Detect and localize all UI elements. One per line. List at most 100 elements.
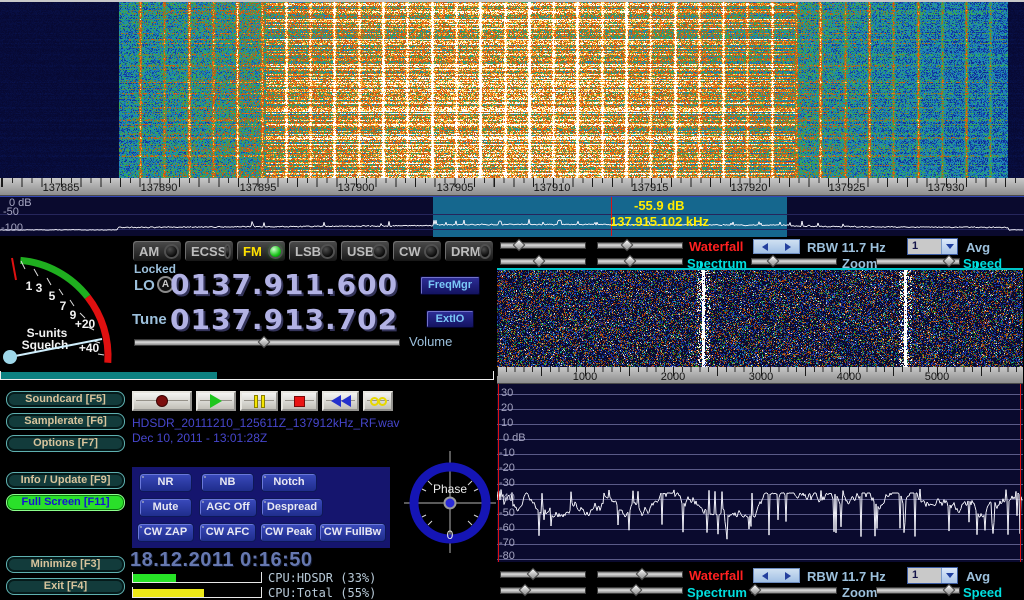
bottom-waterfall-brightness-slider[interactable] bbox=[500, 571, 586, 578]
db-label: 20 bbox=[501, 402, 513, 414]
slider-thumb[interactable] bbox=[527, 568, 540, 581]
record-button[interactable] bbox=[132, 391, 192, 411]
nr-button[interactable]: NR bbox=[139, 473, 192, 492]
bottom-waterfall-contrast-slider[interactable] bbox=[597, 571, 683, 578]
info-update-button[interactable]: Info / Update [F9] bbox=[6, 472, 125, 489]
agc-off-button[interactable]: AGC Off bbox=[199, 498, 257, 517]
dsp-label: Despread bbox=[267, 501, 317, 513]
avg-dropdown[interactable]: 1 bbox=[907, 238, 958, 255]
db-label: -50 bbox=[3, 206, 19, 218]
slider-thumb[interactable] bbox=[748, 584, 761, 597]
squelch-level-bar bbox=[1, 372, 217, 379]
extio-button[interactable]: ExtIO bbox=[426, 310, 474, 328]
mode-button-cw[interactable]: CW bbox=[392, 240, 442, 262]
slider-thumb[interactable] bbox=[629, 584, 642, 597]
waterfall-label[interactable]: Waterfall bbox=[689, 239, 743, 254]
arrow-right-icon[interactable] bbox=[785, 243, 791, 251]
slider-thumb[interactable] bbox=[532, 255, 545, 268]
mode-button-drm[interactable]: DRM bbox=[444, 240, 494, 262]
band-arrows-button[interactable] bbox=[753, 239, 800, 254]
pause-icon bbox=[254, 395, 265, 408]
top-waterfall-brightness-slider[interactable] bbox=[500, 242, 586, 249]
slider-thumb[interactable] bbox=[513, 239, 526, 252]
lo-frequency-display[interactable]: 0137.911.600 bbox=[170, 268, 398, 301]
mode-button-fm[interactable]: FM bbox=[236, 240, 286, 262]
cw-peak-button[interactable]: CW Peak bbox=[260, 523, 317, 542]
bottom-speed-slider[interactable] bbox=[876, 587, 960, 594]
slider-thumb[interactable] bbox=[635, 568, 648, 581]
slider-thumb[interactable] bbox=[621, 239, 634, 252]
stop-button[interactable] bbox=[281, 391, 318, 411]
band-arrows-button[interactable] bbox=[753, 568, 800, 583]
dropdown-button[interactable] bbox=[941, 568, 957, 583]
cw-fullbw-button[interactable]: CW FullBw bbox=[319, 523, 386, 542]
loop-button[interactable] bbox=[363, 391, 393, 411]
top-spectrum-ref-slider[interactable] bbox=[500, 258, 586, 265]
slider-thumb[interactable] bbox=[767, 255, 780, 268]
audio-frequency-ruler[interactable]: 1000 2000 3000 4000 5000 bbox=[497, 367, 1023, 384]
despread-button[interactable]: Despread bbox=[261, 498, 323, 517]
samplerate-button[interactable]: Samplerate [F6] bbox=[6, 413, 125, 430]
pause-button[interactable] bbox=[240, 391, 278, 411]
zoom-label: Zoom bbox=[842, 585, 877, 600]
notch-button[interactable]: Notch bbox=[261, 473, 317, 492]
mode-label: CW bbox=[399, 244, 421, 259]
audio-spectrum-display[interactable]: 30 20 10 0 dB -10 -20 -30 -40 -50 -60 -7… bbox=[497, 384, 1023, 562]
slider-thumb[interactable] bbox=[624, 255, 637, 268]
freq-label: 1000 bbox=[573, 371, 597, 383]
record-icon bbox=[156, 395, 168, 407]
volume-slider-thumb[interactable] bbox=[258, 336, 271, 349]
squelch-level-track[interactable] bbox=[0, 371, 494, 380]
top-speed-slider[interactable] bbox=[876, 258, 960, 265]
svg-text:1: 1 bbox=[26, 279, 33, 293]
main-waterfall-display[interactable] bbox=[0, 2, 1024, 178]
fullscreen-button[interactable]: Full Screen [F11] bbox=[6, 494, 125, 511]
bottom-spectrum-range-slider[interactable] bbox=[597, 587, 683, 594]
play-button[interactable] bbox=[196, 391, 236, 411]
minimize-button[interactable]: Minimize [F3] bbox=[6, 556, 125, 573]
cw-zap-button[interactable]: CW ZAP bbox=[137, 523, 194, 542]
mode-label: USB bbox=[347, 244, 374, 259]
nb-button[interactable]: NB bbox=[201, 473, 254, 492]
main-spectrum-display[interactable]: 0 dB -50 -100 -55.9 dB 137.915.102 kHz bbox=[0, 196, 1024, 236]
tune-frequency-display[interactable]: 0137.913.702 bbox=[170, 303, 398, 336]
top-zoom-slider[interactable] bbox=[751, 258, 837, 265]
spectrum-label[interactable]: Spectrum bbox=[687, 585, 747, 600]
chevron-down-icon bbox=[946, 573, 954, 578]
svg-text:5: 5 bbox=[49, 289, 56, 303]
mode-button-ecss[interactable]: ECSS bbox=[184, 240, 234, 262]
dropdown-button[interactable] bbox=[941, 239, 957, 254]
mode-button-am[interactable]: AM bbox=[132, 240, 182, 262]
avg-dropdown[interactable]: 1 bbox=[907, 567, 958, 584]
options-button[interactable]: Options [F7] bbox=[6, 435, 125, 452]
s-meter-needle-hub[interactable] bbox=[3, 350, 17, 364]
arrow-right-icon[interactable] bbox=[785, 572, 791, 580]
arrow-left-icon[interactable] bbox=[762, 572, 768, 580]
rewind-icon bbox=[331, 395, 351, 407]
arrow-left-icon[interactable] bbox=[762, 243, 768, 251]
slider-thumb[interactable] bbox=[518, 584, 531, 597]
rewind-button[interactable] bbox=[322, 391, 359, 411]
top-waterfall-contrast-slider[interactable] bbox=[597, 242, 683, 249]
top-spectrum-range-slider[interactable] bbox=[597, 258, 683, 265]
mode-button-usb[interactable]: USB bbox=[340, 240, 390, 262]
datetime-display: 18.12.2011 0:16:50 bbox=[130, 549, 313, 572]
s-meter[interactable]: 1 3 5 7 9 +20 +40 S-units Squelch bbox=[0, 238, 128, 370]
dsp-label: CW FullBw bbox=[324, 526, 381, 538]
phase-indicator[interactable]: Phase 0 bbox=[404, 451, 496, 553]
waterfall-label[interactable]: Waterfall bbox=[689, 568, 743, 583]
audio-waterfall-display[interactable] bbox=[497, 270, 1023, 367]
bottom-zoom-slider[interactable] bbox=[751, 587, 837, 594]
slider-thumb[interactable] bbox=[943, 584, 956, 597]
slider-thumb[interactable] bbox=[943, 255, 956, 268]
mute-button[interactable]: Mute bbox=[139, 498, 192, 517]
freq-label: 2000 bbox=[661, 371, 685, 383]
mode-button-lsb[interactable]: LSB bbox=[288, 240, 338, 262]
bottom-spectrum-ref-slider[interactable] bbox=[500, 587, 586, 594]
volume-slider[interactable] bbox=[134, 339, 400, 346]
exit-button[interactable]: Exit [F4] bbox=[6, 578, 125, 595]
cw-afc-button[interactable]: CW AFC bbox=[199, 523, 256, 542]
soundcard-button[interactable]: Soundcard [F5] bbox=[6, 391, 125, 408]
main-frequency-ruler[interactable]: 137885 137890 137895 137900 137905 13791… bbox=[0, 178, 1024, 196]
freqmgr-button[interactable]: FreqMgr bbox=[420, 276, 480, 295]
